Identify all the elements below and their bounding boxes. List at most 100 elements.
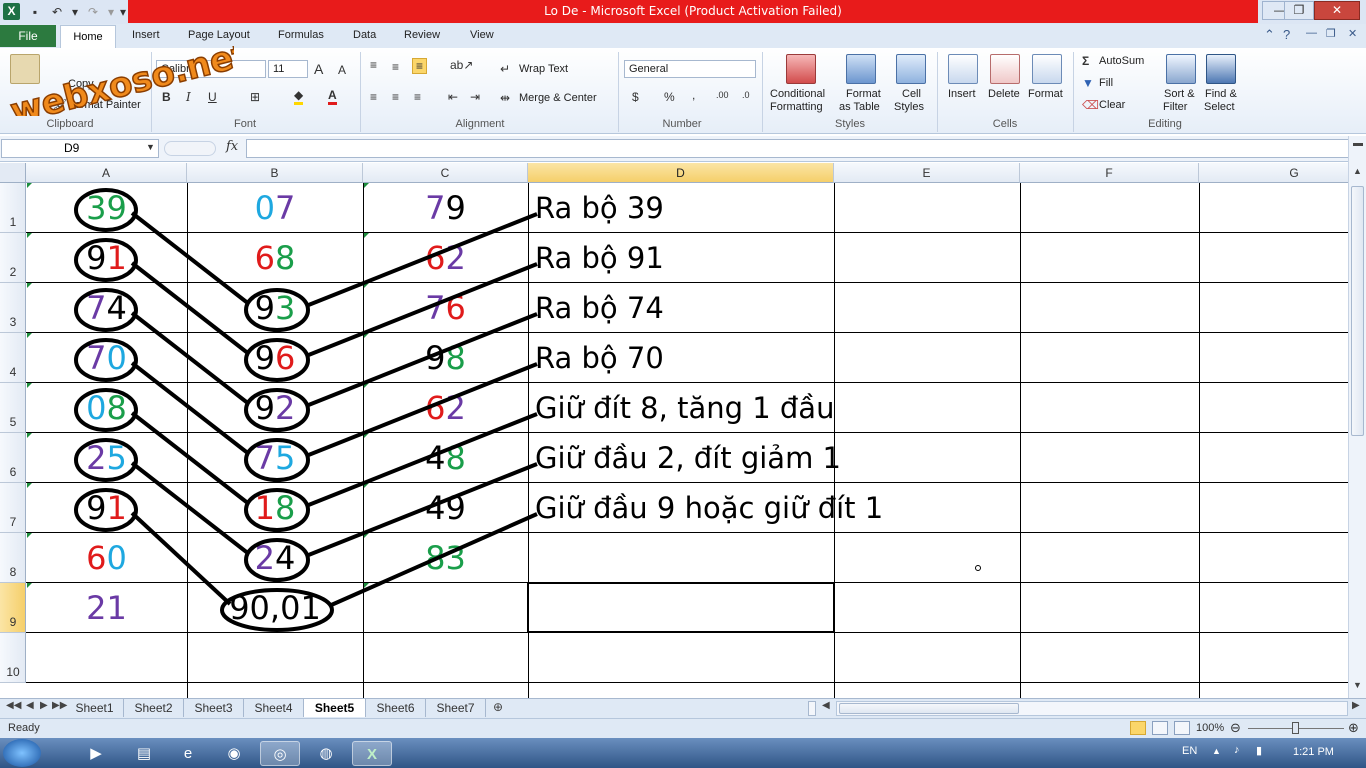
media-player-icon[interactable]: ▶ [76,741,116,766]
zoom-out-icon[interactable]: ⊖ [1230,720,1241,736]
merge-center-button[interactable]: Merge & Center [519,92,597,104]
column-header-d[interactable]: D [528,163,834,183]
zoom-in-icon[interactable]: ⊕ [1348,720,1359,736]
close-button[interactable]: ✕ [1314,1,1360,20]
cell-a5[interactable]: 08 [26,383,187,433]
font-color-icon[interactable]: A [328,88,337,105]
align-right-icon[interactable]: ≡ [414,90,421,104]
zoom-level[interactable]: 100% [1196,722,1224,734]
align-top-icon[interactable]: ≡ [370,58,377,72]
number-format-select[interactable]: General [624,60,756,78]
excel-taskbar-icon[interactable]: X [352,741,392,766]
save-icon[interactable]: ▪ [26,3,44,21]
insert-sheet-icon[interactable]: ⊕ [493,700,503,714]
formula-bar-resize-handle[interactable] [164,141,216,156]
zoom-slider-thumb[interactable] [1292,722,1299,734]
column-header-b[interactable]: B [187,163,363,183]
next-sheet-icon[interactable]: ▶ [40,700,48,711]
workbook-minimize-icon[interactable]: — [1306,27,1317,39]
delete-cells-icon[interactable] [990,54,1020,84]
internet-explorer-icon[interactable]: e [168,741,208,766]
minimize-ribbon-icon[interactable]: ⌃ [1264,27,1275,43]
borders-icon[interactable]: ⊞ [250,90,260,104]
cell-c6[interactable]: 48 [363,433,528,483]
scroll-down-icon[interactable]: ▼ [1353,680,1362,690]
decrease-indent-icon[interactable]: ⇤ [448,90,458,104]
cell-d4[interactable]: Ra bộ 70 [535,341,664,375]
autosum-icon[interactable]: Σ [1082,54,1089,68]
shrink-font-icon[interactable]: A [338,63,346,77]
row-header-4[interactable]: 4 [0,333,26,383]
cell-b9[interactable]: 90,01 [187,583,363,633]
cell-d1[interactable]: Ra bộ 39 [535,191,664,225]
excel-logo-icon[interactable]: X [3,3,20,20]
chrome-icon[interactable]: ◉ [214,741,254,766]
normal-view-icon[interactable] [1130,721,1146,735]
sheet-tab-sheet6[interactable]: Sheet6 [366,699,426,717]
cell-b1[interactable]: 07 [187,183,363,233]
horizontal-scrollbar[interactable] [836,701,1348,716]
cell-b5[interactable]: 92 [187,383,363,433]
sheet-tab-sheet5[interactable]: Sheet5 [304,699,366,717]
insert-function-button[interactable]: fx [226,139,238,154]
workbook-restore-icon[interactable]: ❐ [1326,27,1336,40]
cell-b2[interactable]: 68 [187,233,363,283]
cell-c5[interactable]: 62 [363,383,528,433]
row-header-3[interactable]: 3 [0,283,26,333]
column-header-e[interactable]: E [834,163,1020,183]
restore-button[interactable]: ❐ [1284,1,1314,20]
merge-center-icon[interactable]: ⇹ [500,91,510,105]
cell-styles-icon[interactable] [896,54,926,84]
start-button-icon[interactable] [3,739,41,767]
sort-filter-button[interactable]: Sort & [1164,88,1195,100]
cell-b4[interactable]: 96 [187,333,363,383]
tab-page-layout[interactable]: Page Layout [188,29,250,41]
increase-decimal-icon[interactable]: .00 [716,90,729,100]
cell-b8[interactable]: 24 [187,533,363,583]
clear-icon[interactable]: ⌫ [1082,98,1099,112]
cell-a1[interactable]: 39 [26,183,187,233]
horizontal-scroll-thumb[interactable] [839,703,1019,714]
cell-d3[interactable]: Ra bộ 74 [535,291,664,325]
scroll-up-icon[interactable]: ▲ [1353,166,1362,176]
cell-d2[interactable]: Ra bộ 91 [535,241,664,275]
help-icon[interactable]: ? [1283,27,1290,42]
first-sheet-icon[interactable]: ◀◀ [6,700,21,711]
page-layout-view-icon[interactable] [1152,721,1168,735]
cell-b7[interactable]: 18 [187,483,363,533]
format-button[interactable]: Format [1028,88,1063,100]
align-middle-icon[interactable]: ≡ [392,60,399,74]
decrease-decimal-icon[interactable]: .0 [742,90,750,100]
sheet-tab-sheet1[interactable]: Sheet1 [66,699,124,717]
cell-c1[interactable]: 79 [363,183,528,233]
explorer-icon[interactable]: ▤ [124,741,164,766]
find-select-icon[interactable] [1206,54,1236,84]
conditional-formatting-button[interactable]: Conditional [770,88,825,100]
clock[interactable]: 1:21 PM [1293,746,1334,758]
cell-a6[interactable]: 25 [26,433,187,483]
browser-icon[interactable]: ◍ [306,741,346,766]
language-indicator[interactable]: EN [1182,745,1197,757]
sheet-tab-sheet7[interactable]: Sheet7 [426,699,486,717]
align-center-icon[interactable]: ≡ [392,90,399,104]
currency-button[interactable]: $ [632,90,639,104]
clear-button[interactable]: Clear [1099,99,1125,111]
delete-button[interactable]: Delete [988,88,1020,100]
scroll-right-icon[interactable]: ▶ [1352,700,1360,711]
workbook-close-icon[interactable]: ✕ [1348,27,1357,40]
cell-a3[interactable]: 74 [26,283,187,333]
fill-button[interactable]: Fill [1099,77,1113,89]
app-icon[interactable]: ◎ [260,741,300,766]
sheet-tab-sheet3[interactable]: Sheet3 [184,699,244,717]
split-box-icon[interactable]: ▬ [1353,138,1363,149]
find-select-button[interactable]: Find & [1205,88,1237,100]
prev-sheet-icon[interactable]: ◀ [26,700,34,711]
tab-insert[interactable]: Insert [132,29,160,41]
column-header-c[interactable]: C [363,163,528,183]
cell-d6[interactable]: Giữ đầu 2, đít giảm 1 [535,441,841,475]
tab-file[interactable]: File [0,25,56,47]
fill-icon[interactable]: ▼ [1082,76,1094,90]
cell-styles-button[interactable]: Cell [902,88,921,100]
orientation-icon[interactable]: ab↗ [450,58,473,72]
comma-button[interactable]: , [692,88,695,102]
